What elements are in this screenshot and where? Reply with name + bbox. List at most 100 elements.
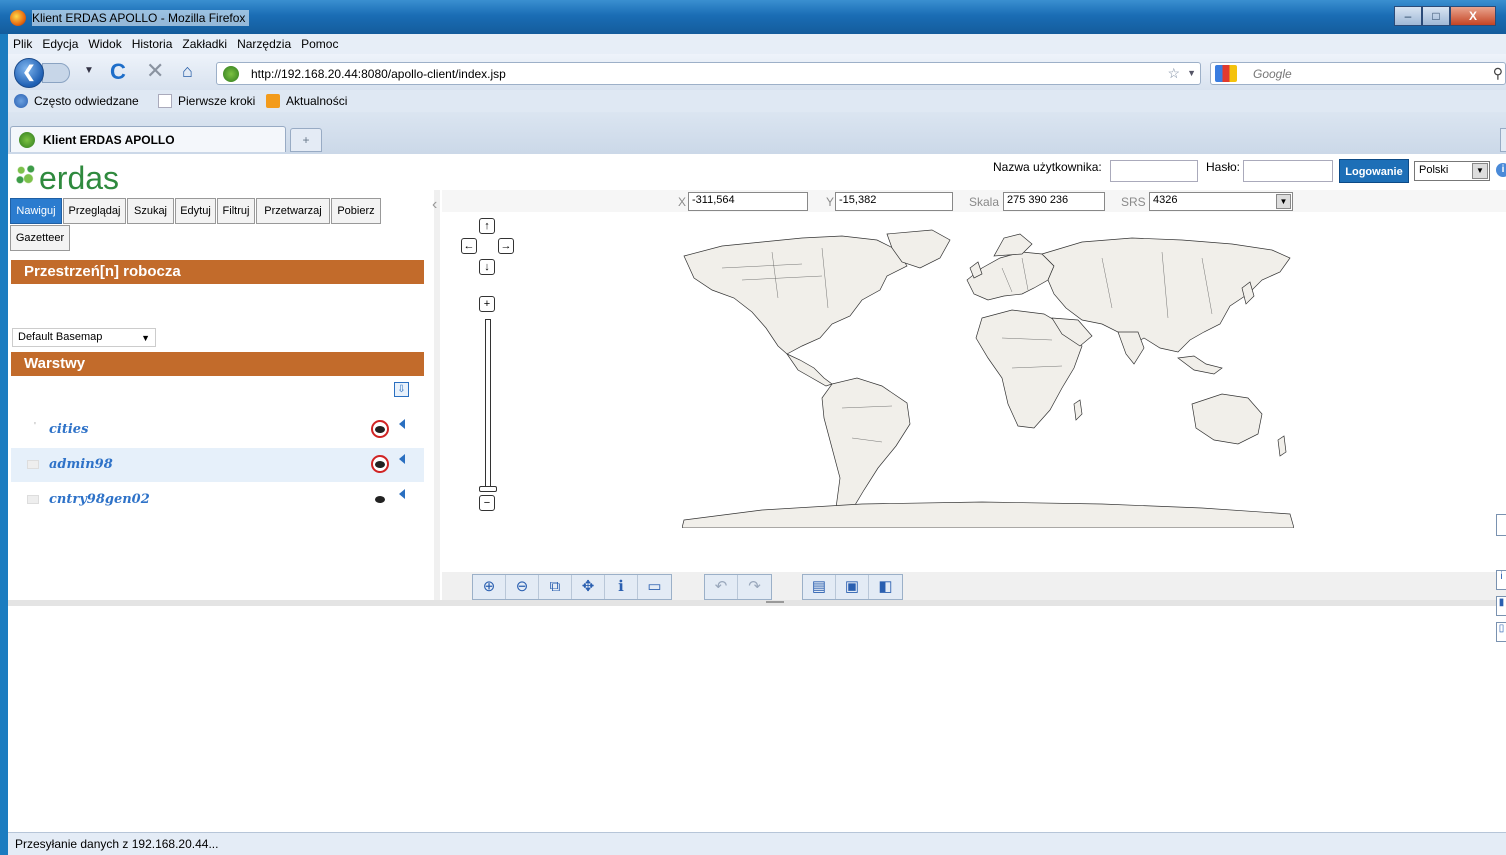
- tab-filtruj[interactable]: Filtruj: [217, 198, 255, 224]
- tool-icon[interactable]: ▮: [1496, 596, 1506, 616]
- stop-icon[interactable]: ✕: [146, 58, 164, 84]
- menu-edit[interactable]: Edycja: [37, 34, 83, 51]
- zoom-in-icon[interactable]: ⊕: [473, 575, 506, 599]
- zoom-out-icon[interactable]: ⊖: [506, 575, 539, 599]
- username-input[interactable]: [1110, 160, 1198, 182]
- collapse-left-icon[interactable]: ‹: [432, 196, 437, 214]
- layer-name[interactable]: admin98: [49, 457, 113, 472]
- visibility-on-icon[interactable]: [371, 490, 389, 508]
- password-input[interactable]: [1243, 160, 1333, 182]
- menu-history[interactable]: Historia: [127, 34, 178, 51]
- info-icon[interactable]: i: [1496, 570, 1506, 590]
- splitter-grip-icon[interactable]: [766, 601, 784, 603]
- zoom-slider-handle[interactable]: [479, 486, 497, 492]
- close-button[interactable]: X: [1450, 6, 1496, 26]
- url-dropdown-icon[interactable]: ▼: [1187, 68, 1196, 78]
- expand-arrow-icon[interactable]: [399, 454, 405, 464]
- visibility-off-icon[interactable]: [371, 420, 389, 438]
- site-identity-icon[interactable]: [223, 66, 239, 82]
- layer-name[interactable]: cntry98gen02: [49, 492, 150, 507]
- identify-icon[interactable]: ℹ: [605, 575, 638, 599]
- maximize-button[interactable]: □: [1422, 6, 1450, 26]
- open-file-icon[interactable]: ▤: [803, 575, 836, 599]
- zoom-out-button[interactable]: −: [479, 495, 495, 511]
- export-image-icon[interactable]: ▣: [836, 575, 869, 599]
- page-content: erdas Nazwa użytkownika: Hasło: Logowani…: [8, 154, 1506, 832]
- home-icon[interactable]: ⌂: [182, 61, 193, 82]
- login-button[interactable]: Logowanie: [1339, 159, 1409, 183]
- pan-down-button[interactable]: ↓: [479, 259, 495, 275]
- chevron-down-icon[interactable]: ▼: [141, 333, 150, 343]
- minimize-button[interactable]: –: [1394, 6, 1422, 26]
- pan-left-button[interactable]: ←: [461, 238, 477, 254]
- zoom-slider[interactable]: [485, 319, 491, 487]
- help-icon[interactable]: i: [1496, 163, 1506, 177]
- measure-icon[interactable]: ▭: [638, 575, 671, 599]
- layer-name[interactable]: cities: [49, 422, 88, 437]
- undo-icon[interactable]: ↶: [705, 575, 738, 599]
- bookmark-item[interactable]: Aktualności: [266, 94, 347, 108]
- srs-label: SRS: [1121, 195, 1146, 209]
- tab-szukaj[interactable]: Szukaj: [127, 198, 174, 224]
- search-engine-icon[interactable]: [1215, 65, 1237, 82]
- url-text[interactable]: http://192.168.20.44:8080/apollo-client/…: [251, 67, 506, 81]
- map-view[interactable]: ↑ ← → ↓ + −: [442, 214, 1506, 572]
- url-bar[interactable]: http://192.168.20.44:8080/apollo-client/…: [216, 62, 1201, 85]
- basemap-select[interactable]: Default Basemap ▼: [12, 328, 156, 347]
- layer-checkbox[interactable]: [27, 460, 39, 469]
- search-box[interactable]: Google ⚲: [1210, 62, 1506, 85]
- world-map[interactable]: [682, 228, 1294, 528]
- menu-help[interactable]: Pomoc: [296, 34, 343, 51]
- language-select[interactable]: Polski ▼: [1414, 161, 1490, 181]
- clear-icon[interactable]: ◧: [869, 575, 902, 599]
- workspace-header[interactable]: Przestrzeń[n] robocza: [11, 260, 424, 284]
- history-dropdown-icon[interactable]: ▼: [84, 65, 94, 76]
- new-tab-button[interactable]: +: [290, 128, 322, 152]
- menu-file[interactable]: Plik: [8, 34, 37, 51]
- tab-edytuj[interactable]: Edytuj: [175, 198, 216, 224]
- dropdown-arrow-icon[interactable]: ▼: [1276, 194, 1291, 209]
- tab-klient-erdas[interactable]: Klient ERDAS APOLLO: [10, 126, 286, 152]
- reload-icon[interactable]: C: [110, 59, 126, 85]
- pan-icon[interactable]: ✥: [572, 575, 605, 599]
- back-button[interactable]: ❮: [14, 58, 44, 88]
- menu-view[interactable]: Widok: [83, 34, 126, 51]
- side-toggle[interactable]: [1496, 514, 1506, 536]
- bookmark-item[interactable]: Często odwiedzane: [14, 94, 139, 108]
- dropdown-arrow-icon[interactable]: ▼: [1472, 163, 1488, 179]
- tab-gazetteer[interactable]: Gazetteer: [10, 225, 70, 251]
- redo-icon[interactable]: ↷: [738, 575, 771, 599]
- tab-przegladaj[interactable]: Przeglądaj: [63, 198, 126, 224]
- search-icon[interactable]: ⚲: [1493, 65, 1503, 82]
- forward-button[interactable]: [42, 63, 70, 83]
- attach-icon[interactable]: ▯: [1496, 622, 1506, 642]
- x-coordinate-input[interactable]: -311,564: [688, 192, 808, 211]
- tab-nawiguj[interactable]: Nawiguj: [10, 198, 62, 224]
- search-placeholder[interactable]: Google: [1253, 67, 1292, 81]
- bookmark-item[interactable]: Pierwsze kroki: [158, 94, 255, 108]
- panel-splitter[interactable]: ‹: [432, 190, 440, 600]
- pan-up-button[interactable]: ↑: [479, 218, 495, 234]
- tab-pobierz[interactable]: Pobierz: [331, 198, 381, 224]
- layer-row[interactable]: cntry98gen02: [11, 483, 424, 517]
- expand-arrow-icon[interactable]: [399, 419, 405, 429]
- visibility-off-icon[interactable]: [371, 455, 389, 473]
- y-coordinate-input[interactable]: -15,382: [835, 192, 953, 211]
- bookmark-star-icon[interactable]: ☆: [1167, 65, 1180, 82]
- download-icon[interactable]: ⇩: [394, 382, 409, 397]
- expand-arrow-icon[interactable]: [399, 489, 405, 499]
- tab-przetwarzaj[interactable]: Przetwarzaj: [256, 198, 330, 224]
- menu-tools[interactable]: Narzędzia: [232, 34, 296, 51]
- menu-bookmarks[interactable]: Zakładki: [177, 34, 232, 51]
- layers-header[interactable]: Warstwy: [11, 352, 424, 376]
- layer-checkbox[interactable]: [27, 495, 39, 504]
- srs-select[interactable]: 4326 ▼: [1149, 192, 1293, 211]
- zoom-in-button[interactable]: +: [479, 296, 495, 312]
- scale-input[interactable]: 275 390 236: [1003, 192, 1105, 211]
- tab-list-button[interactable]: [1500, 128, 1506, 152]
- layer-row[interactable]: ' cities: [11, 413, 424, 447]
- pan-right-button[interactable]: →: [498, 238, 514, 254]
- layer-row[interactable]: admin98: [11, 448, 424, 482]
- zoom-extent-icon[interactable]: ⧉: [539, 575, 572, 599]
- drag-handle-icon[interactable]: ': [34, 421, 36, 432]
